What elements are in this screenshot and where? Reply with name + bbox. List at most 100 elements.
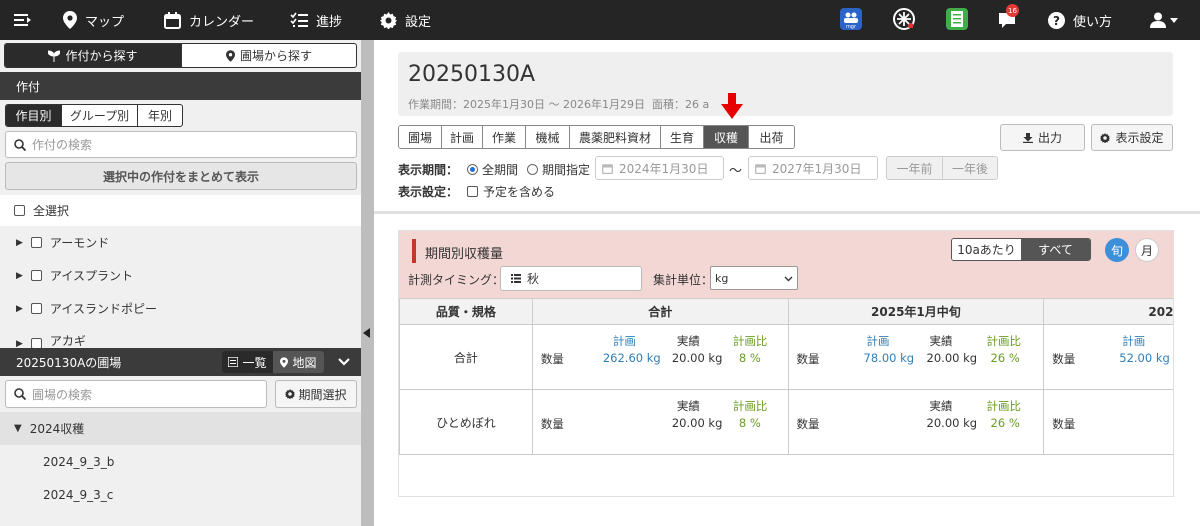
- display-settings-button[interactable]: 表示設定: [1091, 124, 1173, 151]
- crop-search-placeholder: 作付の検索: [32, 138, 93, 152]
- tab-harvest[interactable]: 収穫: [704, 126, 749, 148]
- calendar-icon: [602, 163, 613, 174]
- crop-checkbox[interactable]: [30, 303, 42, 314]
- show-selected-crops-button[interactable]: 選択中の作付をまとめて表示: [5, 162, 357, 190]
- nav-map-label: マップ: [85, 14, 125, 30]
- tab-growth[interactable]: 生育: [661, 126, 704, 148]
- select-all-checkbox[interactable]: [14, 205, 25, 216]
- per-10a-button[interactable]: 10aあたり: [952, 239, 1021, 260]
- table-cell: 計画 実績 計画比 数量 78.00 kg 20.00 kg 26 %: [787, 324, 1045, 390]
- top-navbar: マップ カレンダー 進捗 設定 mgr 16 ? 使い方: [0, 0, 1200, 40]
- plan-value: 52.00 kg: [1119, 351, 1170, 365]
- nav-progress[interactable]: 進捗: [290, 0, 342, 40]
- field-group-row[interactable]: ▼ 2024収穫: [0, 412, 361, 445]
- actual-label: 実績: [929, 399, 953, 413]
- tab-fields[interactable]: 圃場: [399, 126, 442, 148]
- period-custom-radio[interactable]: 期間指定: [527, 161, 590, 178]
- radio-selected[interactable]: [467, 164, 478, 175]
- unit-jun-label: 旬: [1110, 243, 1123, 258]
- radio-unselected[interactable]: [527, 164, 538, 175]
- timing-select[interactable]: 秋: [500, 266, 642, 291]
- crop-search-input[interactable]: 作付の検索: [5, 131, 357, 158]
- collapse-left-icon[interactable]: [363, 328, 371, 338]
- prev-year-button[interactable]: 一年前: [887, 157, 943, 179]
- field-group-label: 2024収穫: [29, 422, 85, 436]
- tab-by-crop[interactable]: 作目別: [6, 105, 62, 126]
- crop-checkbox[interactable]: [30, 270, 42, 281]
- field-item[interactable]: 2024_9_3_b: [0, 445, 361, 478]
- tab-by-crop-label: 作目別: [15, 109, 52, 123]
- unit-jun-button[interactable]: 旬: [1105, 238, 1129, 262]
- mgr-app-icon[interactable]: mgr: [840, 8, 862, 30]
- unit-month-button[interactable]: 月: [1135, 238, 1159, 262]
- include-planned-checkbox-row[interactable]: 予定を含める: [467, 183, 555, 200]
- date-to-input[interactable]: 2027年1月30日: [748, 156, 878, 180]
- nav-map[interactable]: マップ: [63, 0, 124, 40]
- field-search-input[interactable]: 圃場の検索: [5, 380, 267, 408]
- qty-label: 数量: [1052, 417, 1076, 431]
- include-planned-checkbox[interactable]: [467, 186, 478, 197]
- notifications-button[interactable]: 16: [998, 4, 1019, 30]
- next-year-button[interactable]: 一年後: [943, 157, 997, 179]
- crop-row[interactable]: ▶ アーモンド: [0, 226, 361, 259]
- qty-label: 数量: [540, 417, 564, 431]
- all-amount-button[interactable]: すべて: [1021, 239, 1090, 260]
- help-link[interactable]: ? 使い方: [1048, 0, 1112, 40]
- caret-down-icon: [1170, 17, 1178, 23]
- collapse-triangle-icon[interactable]: ▼: [14, 423, 22, 434]
- date-from-input[interactable]: 2024年1月30日: [595, 156, 724, 180]
- sidebar-toggle-button[interactable]: [14, 0, 32, 40]
- tab-by-group-label: グループ別: [69, 109, 130, 123]
- crop-row[interactable]: ▶ アイスランドポピー: [0, 292, 361, 325]
- question-circle-icon: ?: [1048, 11, 1065, 29]
- period-select-button[interactable]: 期間選択: [275, 380, 357, 408]
- search-by-field-label: 圃場から探す: [239, 49, 312, 63]
- period-all-radio[interactable]: 全期間: [467, 161, 518, 178]
- crop-checkbox[interactable]: [30, 237, 42, 248]
- harvest-table-wrapper: 品質・規格 合計 2025年1月中旬 2025年 合計 計画 実績 計画比 数量…: [399, 298, 1173, 496]
- export-button[interactable]: 出力: [1000, 124, 1085, 151]
- nav-settings[interactable]: 設定: [380, 0, 431, 40]
- nav-calendar[interactable]: カレンダー: [164, 0, 254, 40]
- field-item[interactable]: 2024_9_3_c: [0, 478, 361, 511]
- list-view-button[interactable]: 一覧: [222, 351, 273, 373]
- panel-splitter[interactable]: [361, 40, 374, 526]
- expand-triangle-icon[interactable]: ▶: [16, 271, 23, 281]
- crop-row[interactable]: ▶ アカギ: [0, 325, 361, 349]
- user-menu[interactable]: [1150, 0, 1178, 40]
- tab-shipment[interactable]: 出荷: [749, 126, 794, 148]
- map-pin-icon: [280, 356, 289, 368]
- harvest-section: 期間別収穫量 10aあたり すべて 旬 月 計測タイミング： 秋 集計単位： k…: [398, 230, 1174, 497]
- crop-row[interactable]: ▶ アイスプラント: [0, 259, 361, 292]
- table-row: 合計 計画 実績 計画比 数量 262.60 kg 20.00 kg 8 % 計…: [399, 324, 1173, 390]
- expand-triangle-icon[interactable]: ▶: [16, 238, 23, 248]
- date-to-value: 2027年1月30日: [772, 161, 862, 176]
- harvest-table: 品質・規格 合計 2025年1月中旬 2025年 合計 計画 実績 計画比 数量…: [399, 298, 1173, 455]
- qty-label: 数量: [1052, 352, 1076, 366]
- expand-triangle-icon[interactable]: ▶: [16, 304, 23, 314]
- date-from-value: 2024年1月30日: [619, 161, 709, 176]
- crop-label: アカギ: [49, 334, 86, 348]
- crop-detail-tabs: 圃場 計画 作業 機械 農薬肥料資材 生育 収穫 出荷: [398, 125, 795, 149]
- notebook-app-icon[interactable]: [946, 8, 968, 30]
- search-by-field-button[interactable]: 圃場から探す: [182, 44, 356, 67]
- search-icon: [14, 388, 26, 400]
- weather-app-icon[interactable]: [893, 8, 915, 30]
- tab-work[interactable]: 作業: [483, 126, 526, 148]
- search-by-crop-button[interactable]: 作付から探す: [5, 44, 182, 67]
- select-all-row[interactable]: 全選択: [0, 195, 361, 226]
- field-search-placeholder: 圃場の検索: [32, 387, 93, 402]
- map-view-button[interactable]: 地図: [273, 351, 324, 373]
- chevron-down-icon[interactable]: [338, 358, 350, 366]
- tab-by-group[interactable]: グループ別: [62, 105, 138, 126]
- tab-machines[interactable]: 機械: [526, 126, 570, 148]
- tab-by-year[interactable]: 年別: [138, 105, 182, 126]
- svg-text:?: ?: [1053, 14, 1060, 28]
- crop-header-card: 20250130A 作業期間：2025年1月30日 〜 2026年1月29日 面…: [398, 52, 1173, 116]
- tab-materials[interactable]: 農薬肥料資材: [570, 126, 661, 148]
- menu-toggle-icon: [14, 14, 31, 26]
- agg-unit-select[interactable]: kg: [710, 266, 798, 290]
- plan-label: 計画: [612, 334, 636, 348]
- tab-plan[interactable]: 計画: [442, 126, 483, 148]
- per-10a-label: 10aあたり: [957, 243, 1016, 257]
